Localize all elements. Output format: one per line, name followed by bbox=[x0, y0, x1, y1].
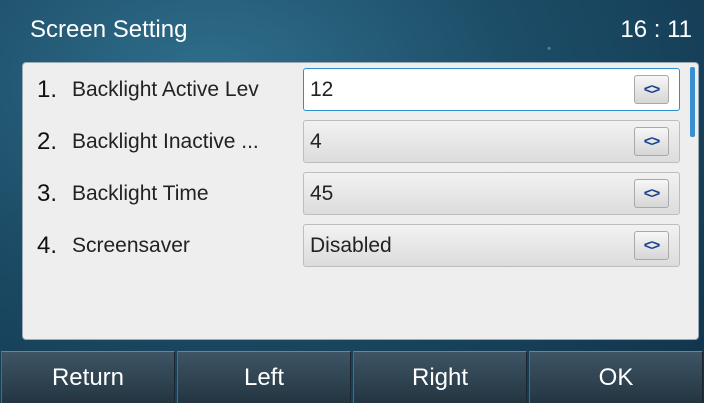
settings-panel: 1. Backlight Active Lev 12 <> 2. Backlig… bbox=[22, 62, 699, 340]
right-button[interactable]: Right bbox=[353, 351, 527, 403]
screensaver-field[interactable]: Disabled <> bbox=[303, 224, 680, 267]
row-index: 2. bbox=[37, 128, 58, 155]
scrollbar[interactable] bbox=[690, 67, 695, 137]
field-value: 4 bbox=[310, 130, 322, 153]
field-value: 12 bbox=[310, 78, 334, 101]
clock: 16 : 11 bbox=[620, 16, 692, 43]
row-label: Backlight Time bbox=[72, 182, 209, 205]
setting-row-screensaver[interactable]: 4. Screensaver Disabled <> bbox=[23, 221, 688, 269]
setting-row-backlight-active-level[interactable]: 1. Backlight Active Lev 12 <> bbox=[23, 65, 688, 113]
title-bar: Screen Setting 16 : 11 bbox=[0, 0, 704, 60]
row-index: 4. bbox=[37, 232, 58, 259]
row-label: Screensaver bbox=[72, 234, 190, 257]
left-button[interactable]: Left bbox=[177, 351, 351, 403]
setting-row-backlight-time[interactable]: 3. Backlight Time 45 <> bbox=[23, 169, 688, 217]
row-label: Backlight Active Lev bbox=[72, 78, 259, 101]
backlight-active-level-field[interactable]: 12 <> bbox=[303, 68, 680, 111]
row-label: Backlight Inactive ... bbox=[72, 130, 259, 153]
row-index: 3. bbox=[37, 180, 58, 207]
left-right-arrow-icon[interactable]: <> bbox=[634, 127, 669, 156]
left-right-arrow-icon[interactable]: <> bbox=[634, 231, 669, 260]
backlight-inactive-field[interactable]: 4 <> bbox=[303, 120, 680, 163]
ok-button[interactable]: OK bbox=[529, 351, 703, 403]
backlight-time-field[interactable]: 45 <> bbox=[303, 172, 680, 215]
left-right-arrow-icon[interactable]: <> bbox=[634, 179, 669, 208]
left-right-arrow-icon[interactable]: <> bbox=[634, 75, 669, 104]
return-button[interactable]: Return bbox=[1, 351, 175, 403]
field-value: Disabled bbox=[310, 234, 392, 257]
setting-row-backlight-inactive[interactable]: 2. Backlight Inactive ... 4 <> bbox=[23, 117, 688, 165]
field-value: 45 bbox=[310, 182, 334, 205]
screen-title: Screen Setting bbox=[30, 16, 188, 43]
softkey-bar: Return Left Right OK bbox=[0, 351, 704, 403]
row-index: 1. bbox=[37, 76, 58, 103]
